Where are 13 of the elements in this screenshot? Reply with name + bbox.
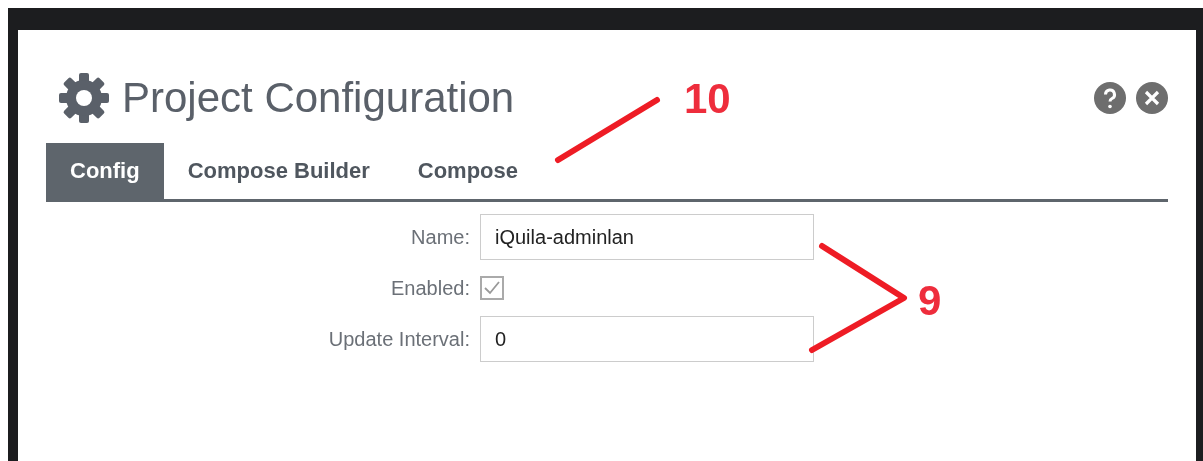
help-icon[interactable]: [1094, 82, 1126, 114]
annotation-number: 9: [918, 280, 942, 322]
field-label: Name:: [410, 225, 470, 249]
close-icon[interactable]: [1136, 82, 1168, 114]
annotation-number: 10: [684, 78, 731, 120]
checkmark-icon: [483, 279, 501, 297]
field-label: Enabled:: [390, 276, 470, 300]
dialog-title: Project Configuration: [122, 74, 515, 122]
input-field[interactable]: iQuila-adminlan: [480, 214, 814, 260]
field-label: Update Interval:: [327, 327, 470, 351]
tab[interactable]: Config: [46, 143, 164, 199]
gear-icon: [58, 72, 110, 124]
input-field[interactable]: 0: [480, 316, 814, 362]
